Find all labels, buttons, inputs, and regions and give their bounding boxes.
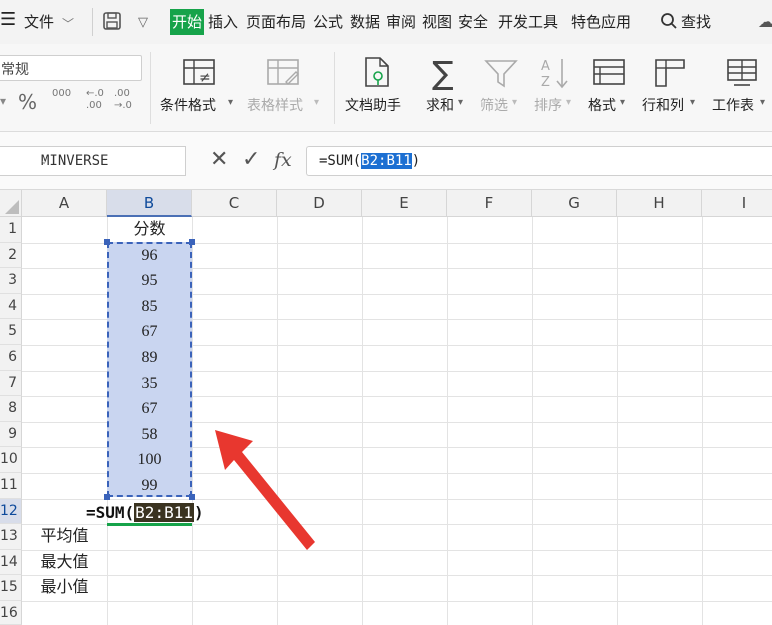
menu-item-special-apps[interactable]: 特色应用: [571, 12, 631, 32]
chevron-down-icon[interactable]: ▾: [690, 97, 695, 108]
chevron-down-icon[interactable]: ▾: [458, 97, 463, 108]
menu-item-home[interactable]: 开始: [170, 9, 205, 35]
menu-divider: [92, 8, 93, 36]
arrow-shape: [215, 430, 315, 550]
sort-icon: AZ: [540, 56, 570, 94]
worksheet-icon: [726, 58, 760, 92]
cancel-icon[interactable]: ✕: [210, 148, 228, 172]
rows-columns-icon: [654, 58, 688, 92]
cloud-icon[interactable]: ☁: [758, 12, 772, 32]
formula-range-ref: B2:B11: [361, 153, 412, 169]
table-style-button[interactable]: 表格样式: [247, 95, 303, 115]
rows-columns-button[interactable]: 行和列: [642, 95, 684, 115]
confirm-icon[interactable]: ✓: [242, 148, 260, 172]
menu-item-review[interactable]: 审阅: [386, 12, 416, 32]
search-label[interactable]: 查找: [681, 12, 711, 32]
formula-input[interactable]: =SUM(B2:B11): [306, 146, 772, 176]
menu-item-view[interactable]: 视图: [422, 12, 452, 32]
formula-suffix: ): [411, 153, 421, 169]
percent-button[interactable]: %: [18, 90, 37, 114]
document-assistant-icon: [362, 56, 392, 94]
spreadsheet-grid[interactable]: A B C D E F G H I 1 2 3 4 5 6 7 8 9 10 1…: [0, 190, 772, 625]
currency-dropdown-icon[interactable]: ▾: [0, 94, 6, 108]
document-assistant-button[interactable]: 文档助手: [345, 95, 401, 115]
formula-prefix: =SUM(: [319, 153, 362, 169]
chevron-down-icon[interactable]: ▾: [314, 97, 319, 108]
worksheet-button[interactable]: 工作表: [712, 95, 754, 115]
chevron-down-icon[interactable]: ⌄: [41, 155, 181, 166]
save-icon[interactable]: [102, 11, 122, 35]
ribbon-toolbar: 常规 ⌄ ▾ % 000 ←.0 .00 .00 →.0 ≠ 条件格式 ▾ 表格…: [0, 44, 772, 132]
menu-item-file[interactable]: 文件: [24, 12, 54, 32]
conditional-format-button[interactable]: 条件格式: [160, 95, 216, 115]
svg-text:A: A: [541, 59, 550, 74]
format-icon: [592, 58, 626, 92]
hamburger-menu-icon[interactable]: ☰: [0, 10, 16, 30]
conditional-format-icon: ≠: [182, 58, 216, 92]
chevron-down-icon[interactable]: ﹀: [62, 14, 74, 34]
table-style-icon: [266, 58, 300, 92]
chevron-down-icon: ⌄: [1, 60, 10, 71]
decrease-decimal-button[interactable]: .00 →.0: [114, 88, 138, 112]
menu-item-insert[interactable]: 插入: [208, 12, 238, 32]
menu-item-data[interactable]: 数据: [350, 12, 380, 32]
search-icon[interactable]: [660, 12, 678, 34]
formula-text: =SUM(B2:B11): [319, 153, 420, 169]
menu-item-security[interactable]: 安全: [458, 12, 488, 32]
menu-item-developer[interactable]: 开发工具: [498, 12, 558, 32]
chevron-down-icon[interactable]: ▾: [760, 97, 765, 108]
svg-text:≠: ≠: [199, 70, 211, 86]
chevron-down-icon[interactable]: ▾: [620, 97, 625, 108]
chevron-down-icon[interactable]: ▾: [566, 97, 571, 108]
annotation-arrow: [215, 430, 315, 550]
insert-function-icon[interactable]: fx: [274, 148, 292, 172]
menu-item-formulas[interactable]: 公式: [313, 12, 343, 32]
name-box[interactable]: MINVERSE ⌄: [0, 146, 186, 176]
menu-bar: ☰ 文件 ﹀ ▽ 开始 插入 页面布局 公式 数据 审阅 视图 安全 开发工具 …: [0, 0, 772, 44]
sum-icon: ∑: [432, 54, 454, 92]
number-format-dropdown[interactable]: 常规 ⌄: [0, 55, 142, 81]
menu-item-page-layout[interactable]: 页面布局: [246, 12, 306, 32]
format-button[interactable]: 格式: [588, 95, 616, 115]
filter-button[interactable]: 筛选: [480, 95, 508, 115]
increase-decimal-button[interactable]: ←.0 .00: [86, 88, 108, 112]
thousands-separator-button[interactable]: 000: [52, 88, 71, 99]
chevron-down-icon[interactable]: ▾: [512, 97, 517, 108]
formula-bar: MINVERSE ⌄ ✕ ✓ fx =SUM(B2:B11): [0, 132, 772, 190]
sort-button[interactable]: 排序: [534, 95, 562, 115]
svg-text:Z: Z: [541, 75, 550, 90]
sum-button[interactable]: 求和: [426, 95, 454, 115]
ribbon-divider: [334, 52, 335, 124]
filter-icon: [484, 58, 518, 92]
quick-access-dropdown-icon[interactable]: ▽: [138, 13, 148, 33]
ribbon-divider: [150, 52, 151, 124]
chevron-down-icon[interactable]: ▾: [228, 97, 233, 108]
